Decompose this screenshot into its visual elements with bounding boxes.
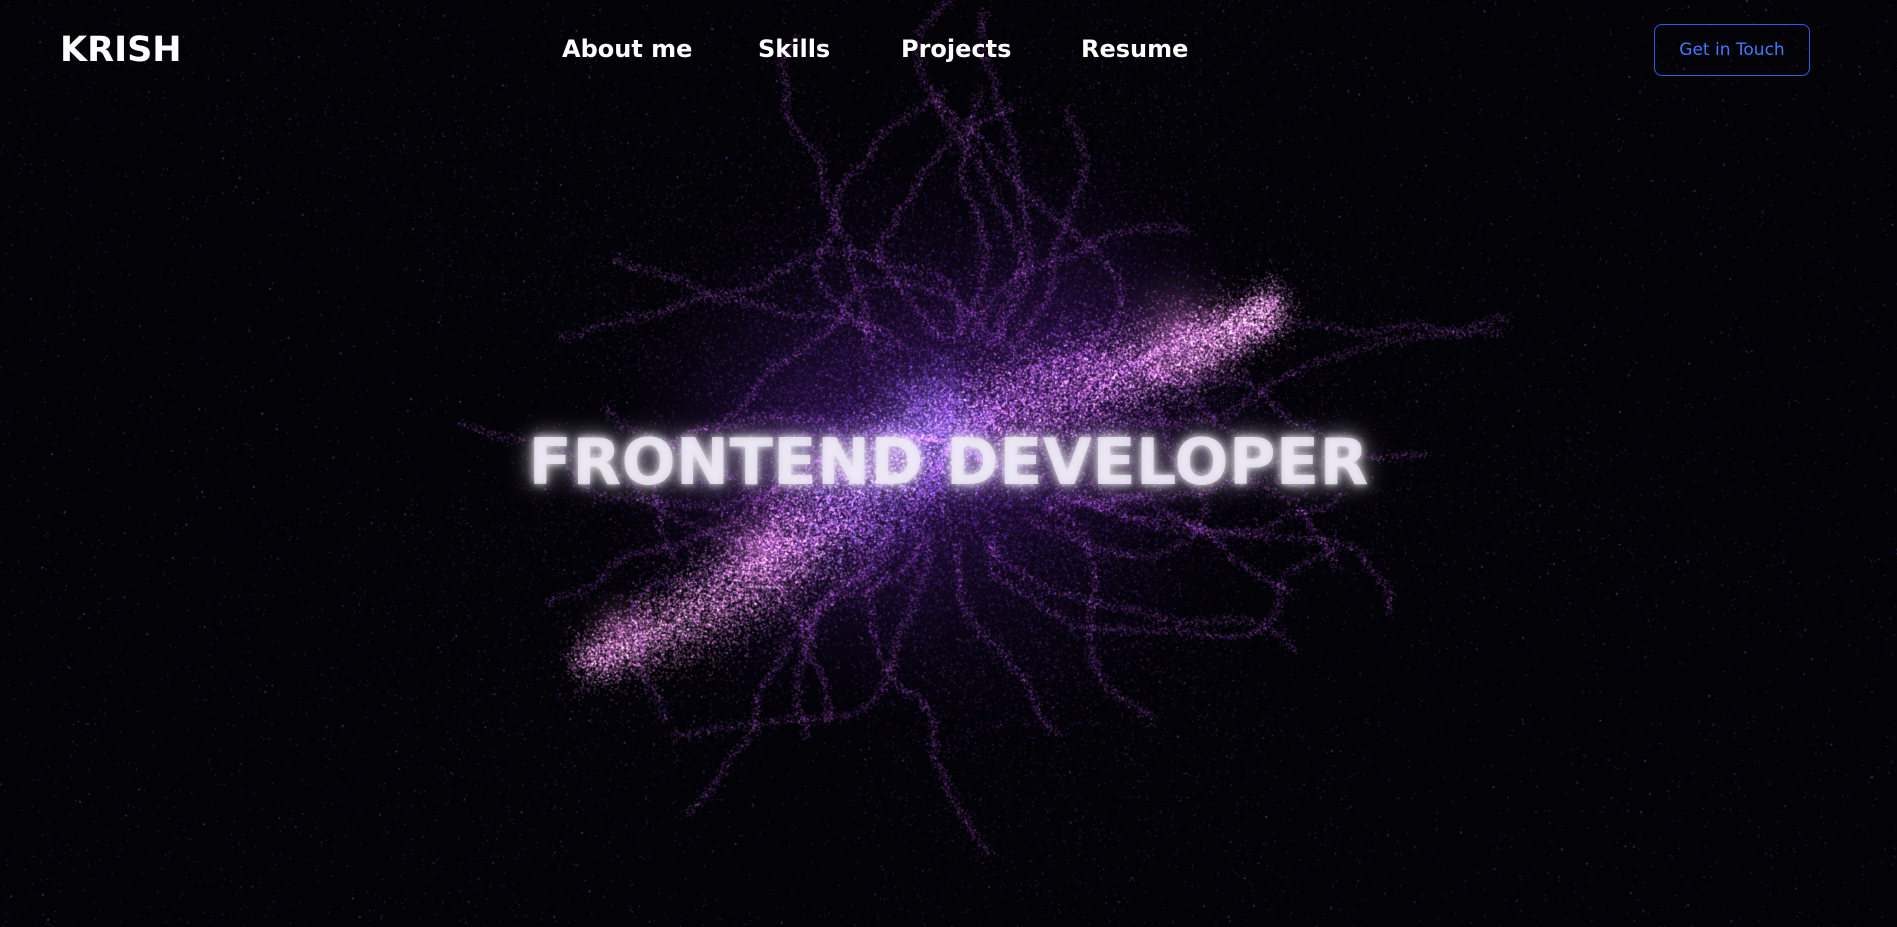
hero-title: FRONTEND DEVELOPER	[528, 426, 1369, 500]
site-logo[interactable]: KRISH	[60, 28, 182, 72]
nav-link-skills[interactable]: Skills	[758, 33, 830, 65]
nav-link-about-me[interactable]: About me	[562, 33, 692, 65]
nav-link-resume[interactable]: Resume	[1081, 33, 1188, 65]
landing-page: KRISH About me Skills Projects Resume Ge…	[0, 0, 1897, 927]
get-in-touch-button[interactable]: Get in Touch	[1654, 24, 1810, 76]
top-navigation-bar: KRISH About me Skills Projects Resume Ge…	[0, 0, 1897, 100]
nav-link-projects[interactable]: Projects	[901, 33, 1011, 65]
